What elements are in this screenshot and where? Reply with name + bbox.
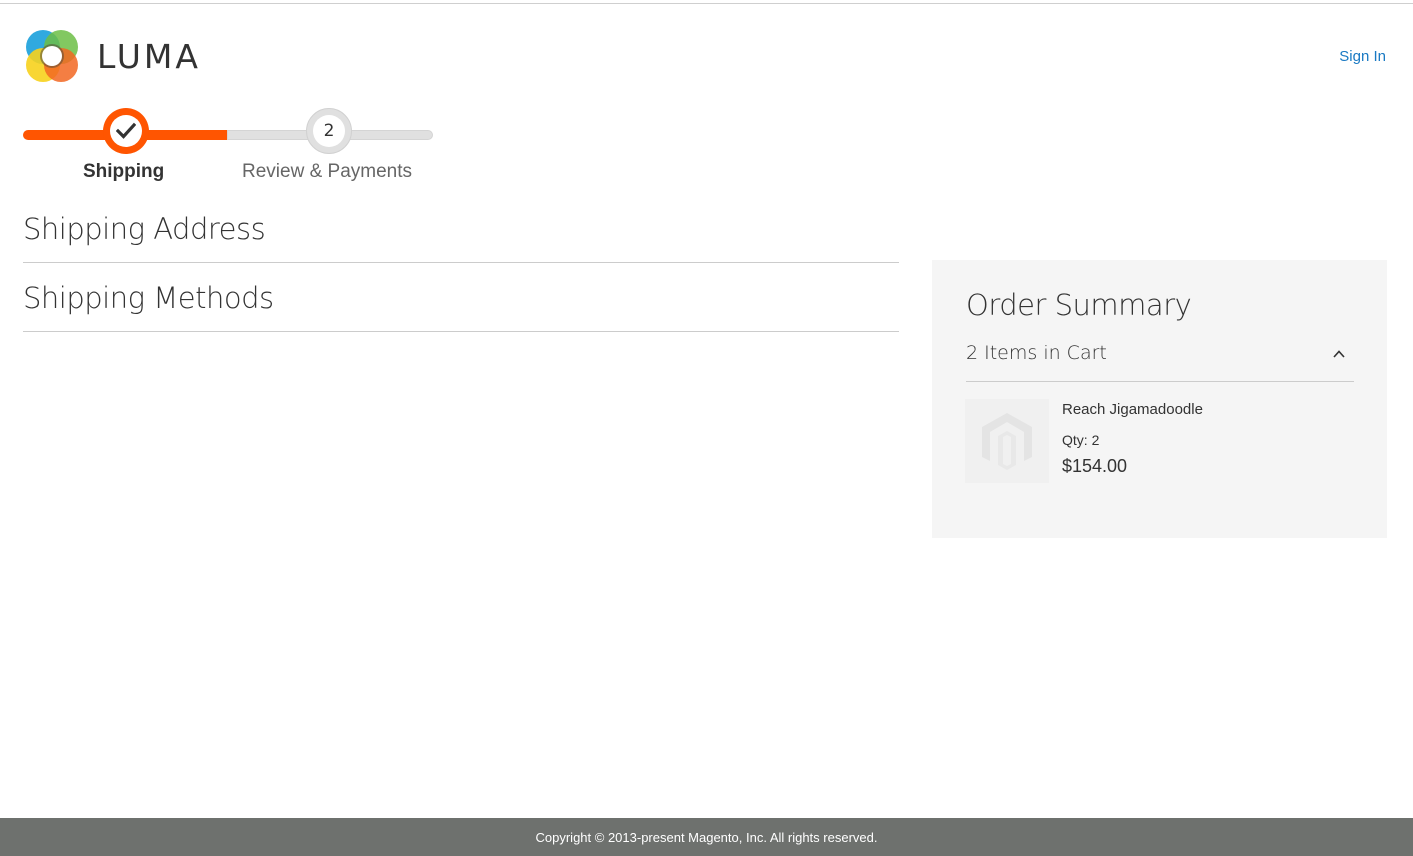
items-in-cart-label: 2 Items in Cart <box>966 342 1107 364</box>
step-review-payments-indicator: 2 <box>306 108 352 154</box>
copyright-text: Copyright © 2013-present Magento, Inc. A… <box>535 829 878 845</box>
page-footer: Copyright © 2013-present Magento, Inc. A… <box>0 818 1413 856</box>
product-qty: Qty: 2 <box>1062 432 1099 448</box>
step-shipping-label[interactable]: Shipping <box>83 161 164 183</box>
luma-logo-link[interactable]: LUMA <box>23 26 213 86</box>
logo-text: LUMA <box>97 36 201 76</box>
product-price: $154.00 <box>1062 456 1128 476</box>
step-review-payments-label: Review & Payments <box>242 161 413 182</box>
product-name: Reach Jigamadoodle <box>1062 401 1203 418</box>
order-summary-title: Order Summary <box>966 288 1192 322</box>
top-divider <box>0 3 1413 4</box>
checkout-progress-bar: Shipping 2 Review & Payments <box>23 108 435 198</box>
sign-in-link[interactable]: Sign In <box>1339 48 1386 65</box>
qty-label: Qty: <box>1062 432 1088 448</box>
shipping-address-divider <box>23 262 899 263</box>
product-thumbnail <box>965 399 1049 483</box>
magento-placeholder-icon <box>982 413 1032 470</box>
shipping-methods-divider <box>23 331 899 332</box>
chevron-up-icon <box>1333 350 1345 358</box>
shipping-address-title: Shipping Address <box>23 212 266 246</box>
items-in-cart-toggle[interactable]: 2 Items in Cart <box>966 342 1354 382</box>
qty-value: 2 <box>1091 432 1100 448</box>
step-shipping-indicator[interactable] <box>103 108 149 154</box>
step-number: 2 <box>313 115 345 147</box>
shipping-methods-title: Shipping Methods <box>23 281 274 315</box>
order-summary-panel: Order Summary 2 Items in Cart Reach Jiga… <box>932 260 1387 538</box>
luma-logo-icon <box>26 30 78 82</box>
check-icon <box>116 122 136 139</box>
